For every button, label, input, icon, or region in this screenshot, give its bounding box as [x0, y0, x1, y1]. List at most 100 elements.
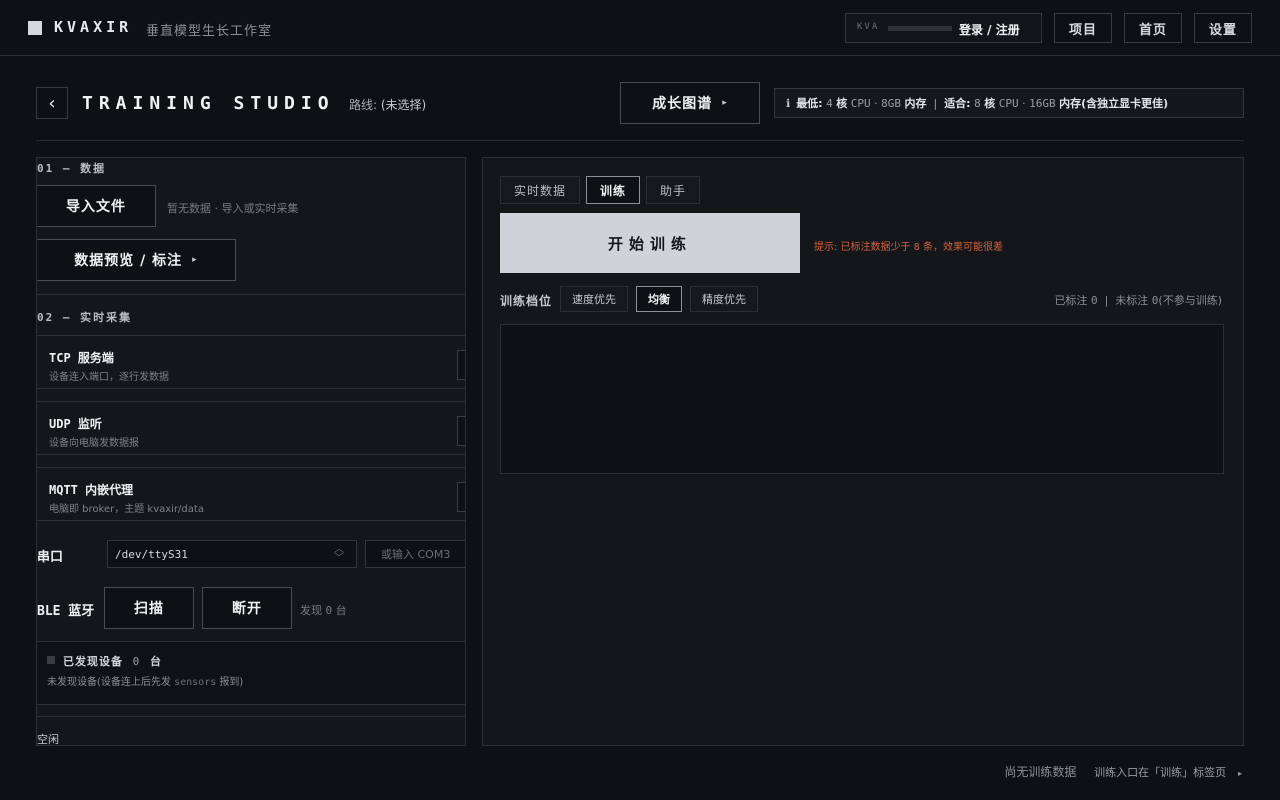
nav-settings-button[interactable]: 设置	[1194, 13, 1252, 43]
protocol-tcp-desc: 设备连入端口，逐行发数据	[49, 372, 169, 383]
unlabeled-label: 未标注	[1115, 294, 1149, 307]
min-cores-unit: 核	[836, 97, 848, 110]
protocol-mqtt[interactable]: MQTT 内嵌代理 电脑即 broker，主题 kvaxir/data	[37, 467, 465, 521]
kva-status-bar	[888, 26, 952, 31]
header-divider	[36, 140, 1244, 141]
req-divider: |	[933, 96, 938, 110]
section-realtime-title: 02 — 实时采集	[37, 311, 133, 324]
devices-title: 已发现设备 0 台	[63, 653, 162, 669]
no-data-text: 暂无数据 · 导入或实时采集	[167, 202, 299, 215]
serial-label: 串口	[37, 550, 64, 565]
warning-num: 8	[913, 242, 920, 253]
ble-found-suffix: 台	[335, 604, 347, 617]
warning-suffix: 条，效果可能很差	[922, 242, 1003, 253]
discovered-devices: 已发现设备 0 台 未发现设备(设备连上后先发 sensors 报到)	[37, 641, 465, 705]
data-preview-button[interactable]: 数据预览 / 标注 ▸	[37, 239, 236, 281]
info-icon: ℹ	[786, 96, 791, 110]
fit-sep: ·	[1022, 96, 1026, 110]
fit-mem-unit: 内存(含独立显卡更佳)	[1059, 97, 1169, 110]
devices-desc-code: sensors	[174, 677, 217, 688]
min-mem-unit: 内存	[904, 97, 927, 110]
section-data-title: 01 — 数据	[37, 162, 107, 175]
protocol-udp[interactable]: UDP 监听 设备向电脑发数据报	[37, 401, 465, 455]
fit-label: 适合:	[944, 97, 971, 110]
min-cpu: CPU	[850, 96, 871, 110]
serial-port-input[interactable]: 或输入 COM3	[365, 540, 465, 568]
devices-count: 0	[132, 655, 141, 668]
protocol-mqtt-desc: 电脑即 broker，主题 kvaxir/data	[49, 504, 204, 515]
tab-assistant[interactable]: 助手	[646, 176, 700, 204]
section-divider	[37, 294, 465, 295]
training-gear-label: 训练档位	[500, 294, 553, 308]
serial-port-value: /dev/ttyS31	[115, 547, 188, 561]
training-log-area	[500, 324, 1224, 474]
protocol-tcp-title: TCP 服务端	[49, 351, 114, 365]
ble-label: BLE 蓝牙	[37, 604, 95, 619]
fit-mem: 16GB	[1029, 96, 1056, 110]
training-warning: 提示: 已标注数据少于 8 条，效果可能很差	[814, 238, 1003, 253]
hardware-requirements: ℹ 最低: 4 核 CPU · 8GB 内存 | 适合: 8 核 CPU · 1…	[774, 88, 1244, 118]
devices-desc-prefix: 未发现设备(设备连上后先发	[47, 677, 171, 688]
devices-desc: 未发现设备(设备连上后先发 sensors 报到)	[47, 673, 243, 688]
fit-cores-unit: 核	[984, 97, 996, 110]
protocol-tcp-toggle[interactable]	[457, 350, 465, 380]
warning-prefix: 提示: 已标注数据少于	[814, 242, 911, 253]
min-cores: 4	[826, 96, 833, 110]
protocol-tcp[interactable]: TCP 服务端 设备连入端口，逐行发数据	[37, 335, 465, 389]
footer-hint-link[interactable]: 训练入口在「训练」标签页	[1094, 766, 1226, 779]
serial-port-select[interactable]: /dev/ttyS31 ︿ ﹀	[107, 540, 357, 568]
login-register-link[interactable]: 登录 / 注册	[959, 21, 1020, 38]
top-bar: KVAXIR 垂直模型生长工作室 KVA 登录 / 注册 项目 首页 设置	[0, 0, 1280, 56]
nav-projects-button[interactable]: 项目	[1054, 13, 1112, 43]
ble-disconnect-button[interactable]: 断开	[202, 587, 292, 629]
protocol-mqtt-toggle[interactable]	[457, 482, 465, 512]
min-mem: 8GB	[881, 96, 901, 110]
protocol-udp-toggle[interactable]	[457, 416, 465, 446]
fit-cpu: CPU	[998, 96, 1019, 110]
ble-found-count: 0	[325, 604, 333, 617]
arrow-right-icon: ▸	[722, 98, 728, 108]
devices-title-suffix: 台	[149, 655, 162, 668]
counts-sep: |	[1104, 294, 1109, 307]
kva-label: KVA	[857, 22, 880, 32]
mode-balanced-button[interactable]: 均衡	[636, 286, 682, 312]
page-title: TRAINING STUDIO	[82, 93, 335, 114]
tab-training[interactable]: 训练	[586, 176, 640, 204]
growth-map-label: 成长图谱	[652, 96, 713, 112]
footer: 尚无训练数据 训练入口在「训练」标签页 ▸	[1004, 763, 1242, 780]
arrow-right-icon: ▸	[1237, 769, 1242, 778]
route-label: 路线:	[349, 98, 378, 112]
protocol-mqtt-title: MQTT 内嵌代理	[49, 483, 134, 497]
arrow-right-icon: ▸	[192, 255, 198, 265]
growth-map-button[interactable]: 成长图谱 ▸	[620, 82, 760, 124]
devices-title-prefix: 已发现设备	[63, 655, 123, 668]
chevron-updown-icon: ︿ ﹀	[334, 544, 344, 564]
status-text: 空闲	[37, 733, 59, 746]
min-sep: ·	[874, 96, 878, 110]
nav-home-button[interactable]: 首页	[1124, 13, 1182, 43]
protocol-udp-desc: 设备向电脑发数据报	[49, 438, 139, 449]
protocol-udp-title: UDP 监听	[49, 417, 102, 431]
mode-precision-button[interactable]: 精度优先	[690, 286, 758, 312]
data-preview-label: 数据预览 / 标注	[74, 253, 183, 269]
tab-realtime-data[interactable]: 实时数据	[500, 176, 580, 204]
route-value: (未选择)	[380, 98, 427, 112]
min-label: 最低:	[796, 97, 823, 110]
devices-desc-suffix: 报到)	[219, 677, 244, 688]
unlabeled-note: (不参与训练)	[1158, 294, 1222, 307]
brand-name: KVAXIR	[54, 18, 133, 36]
start-training-button[interactable]: 开始训练	[500, 213, 800, 273]
device-status-icon	[47, 656, 55, 664]
mode-speed-button[interactable]: 速度优先	[560, 286, 628, 312]
labeled-count: 0	[1090, 294, 1098, 307]
account-widget[interactable]: KVA 登录 / 注册	[845, 13, 1042, 43]
ble-found-text: 发现 0 台	[300, 602, 347, 618]
training-panel: 实时数据 训练 助手 开始训练 提示: 已标注数据少于 8 条，效果可能很差 训…	[482, 157, 1244, 746]
import-file-button[interactable]: 导入文件	[37, 185, 156, 227]
label-counts: 已标注 0 | 未标注 0(不参与训练)	[1054, 292, 1222, 308]
back-button[interactable]: ‹	[36, 87, 68, 119]
brand-subtitle: 垂直模型生长工作室	[146, 24, 273, 39]
ble-scan-button[interactable]: 扫描	[104, 587, 194, 629]
labeled-label: 已标注	[1054, 294, 1088, 307]
chevron-left-icon: ‹	[48, 92, 56, 114]
